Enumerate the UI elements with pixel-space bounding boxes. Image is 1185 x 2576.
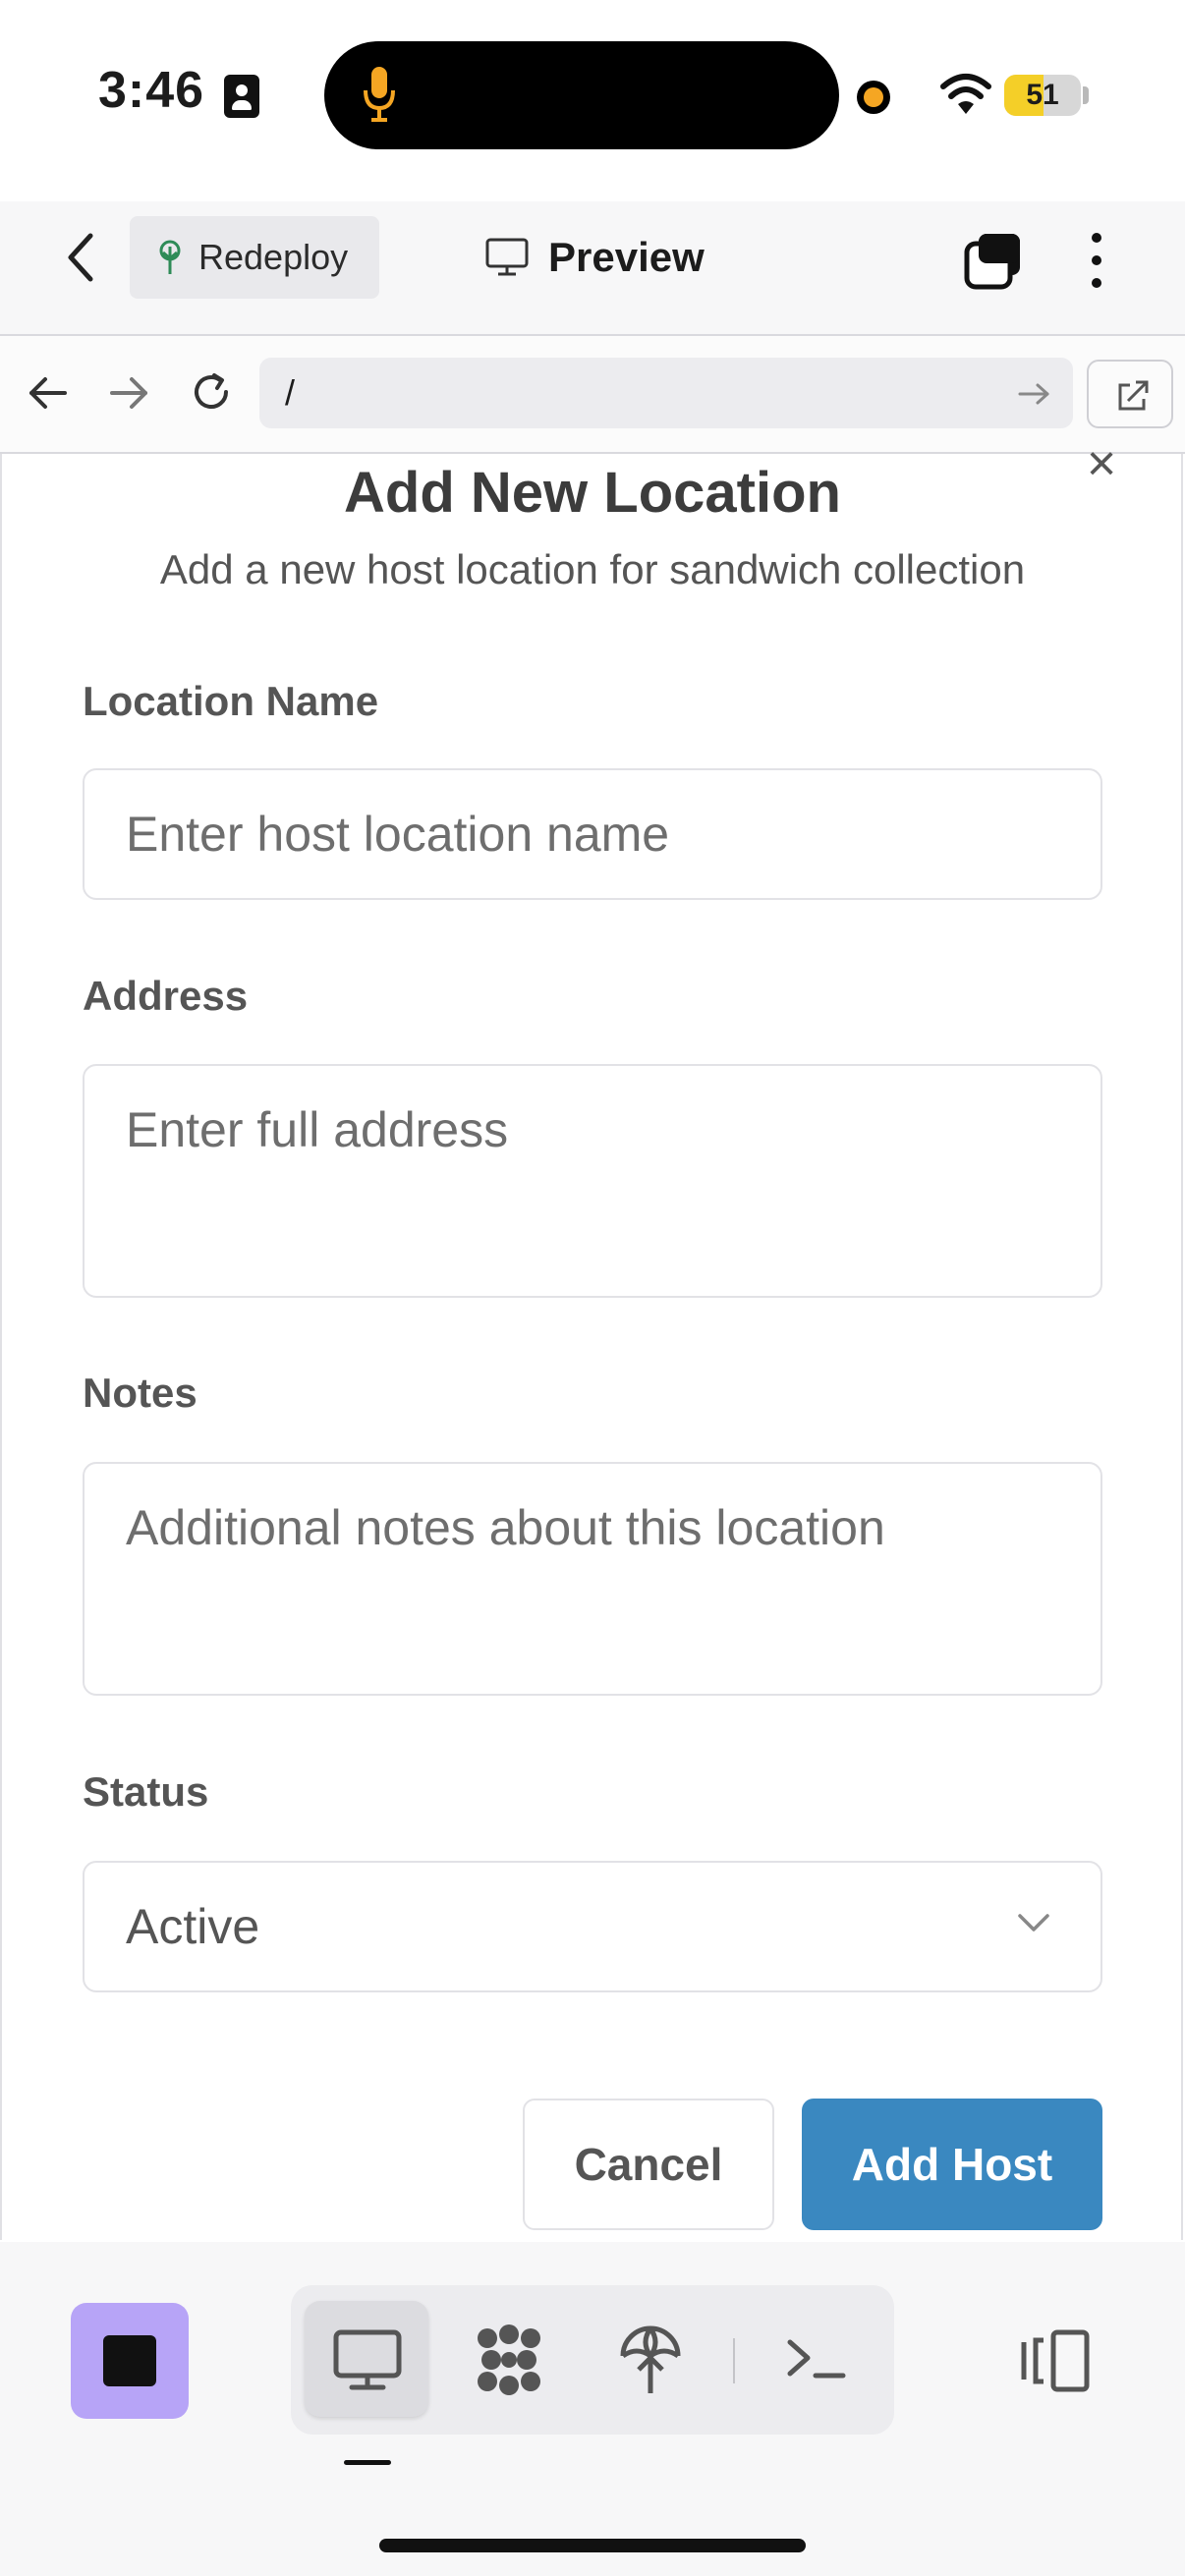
url-go-icon[interactable] <box>1014 377 1053 411</box>
deploy-tree-icon <box>159 240 181 274</box>
battery-icon: 51 <box>1004 75 1081 116</box>
more-options-icon[interactable] <box>1079 228 1114 293</box>
location-name-input[interactable]: Enter host location name <box>83 768 1102 900</box>
chevron-down-icon <box>1018 1914 1049 1932</box>
status-time: 3:46 <box>98 62 205 119</box>
dialog-title: Add New Location <box>344 461 841 525</box>
home-indicator <box>379 2539 806 2552</box>
back-chevron-icon[interactable] <box>61 228 100 287</box>
toolbar-divider <box>733 2338 735 2383</box>
open-external-button[interactable] <box>1087 360 1173 428</box>
dialog-subtitle: Add a new host location for sandwich col… <box>159 546 1026 592</box>
recording-indicator <box>857 81 890 114</box>
nav-forward-icon[interactable] <box>108 373 151 413</box>
terminal-icon[interactable] <box>778 2321 857 2399</box>
id-card-icon <box>224 75 259 118</box>
notes-label: Notes <box>83 1370 198 1416</box>
components-icon[interactable] <box>470 2321 548 2399</box>
tabs-icon[interactable] <box>963 230 1024 291</box>
monitor-icon <box>485 238 529 276</box>
wifi-icon <box>940 74 991 114</box>
deploy-icon[interactable] <box>611 2321 690 2399</box>
battery-cap <box>1083 86 1089 104</box>
microphone-icon <box>364 67 395 122</box>
nav-back-icon[interactable] <box>26 373 69 413</box>
status-select[interactable]: Active <box>83 1861 1102 1992</box>
stop-button[interactable] <box>71 2303 189 2419</box>
panel-toggle-icon[interactable] <box>1018 2328 1093 2393</box>
redeploy-label: Redeploy <box>198 237 349 277</box>
reload-icon[interactable] <box>189 369 234 415</box>
preview-label: Preview <box>548 234 705 280</box>
status-label: Status <box>83 1768 209 1815</box>
notes-textarea[interactable]: Additional notes about this location <box>83 1462 1102 1696</box>
url-input[interactable]: / <box>259 358 1073 428</box>
dynamic-island <box>324 41 839 149</box>
active-tab-indicator <box>344 2460 391 2465</box>
location-name-label: Location Name <box>83 678 379 724</box>
address-textarea[interactable]: Enter full address <box>83 1064 1102 1298</box>
address-label: Address <box>83 973 249 1019</box>
battery-level: 51 <box>1026 79 1059 111</box>
add-host-button[interactable]: Add Host <box>802 2099 1102 2230</box>
desktop-icon <box>333 2329 402 2390</box>
redeploy-button[interactable]: Redeploy <box>130 216 379 299</box>
external-link-icon <box>1118 380 1149 411</box>
preview-tab[interactable]: Preview <box>485 234 705 281</box>
cancel-button[interactable]: Cancel <box>523 2099 774 2230</box>
